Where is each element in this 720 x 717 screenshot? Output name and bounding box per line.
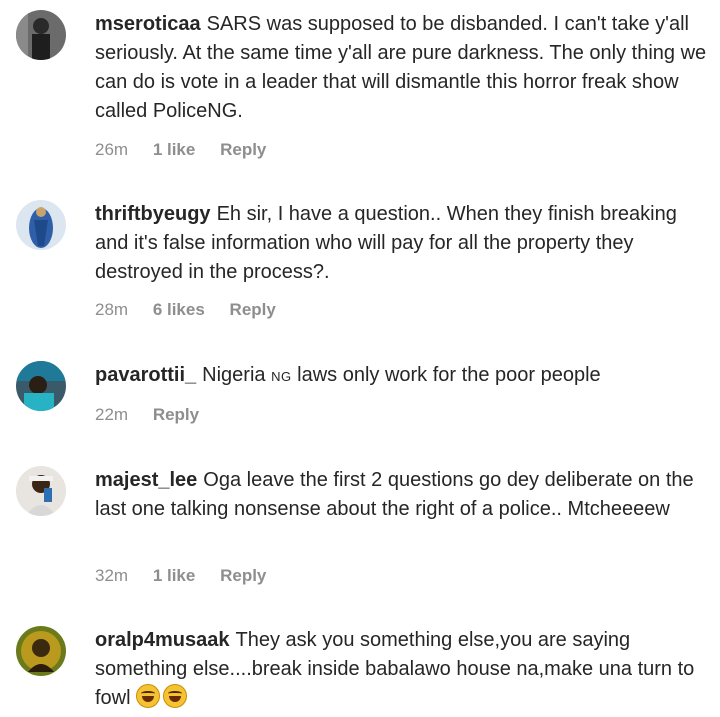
- reply-button[interactable]: Reply: [220, 566, 266, 585]
- timestamp[interactable]: 26m: [95, 140, 128, 159]
- comment-meta: 28m 6 likes Reply: [95, 300, 296, 320]
- comment-text-start: Nigeria: [202, 364, 266, 386]
- comment-meta: 22m Reply: [95, 405, 219, 425]
- comment-body: thriftbyeugy Eh sir, I have a question.. …: [95, 200, 710, 287]
- reply-button[interactable]: Reply: [230, 300, 276, 319]
- comment-body: pavarottii_ Nigeria NG laws only work for…: [95, 361, 710, 391]
- timestamp[interactable]: 28m: [95, 300, 128, 319]
- comment-meta: 32m 1 like Reply: [95, 566, 286, 586]
- avatar[interactable]: [16, 200, 66, 250]
- reply-button[interactable]: Reply: [220, 140, 266, 159]
- username[interactable]: pavarottii_: [95, 364, 196, 386]
- comment-text-end: laws only work for the poor people: [297, 364, 601, 386]
- ng-flag-label: NG: [271, 369, 292, 384]
- likes-count[interactable]: 6 likes: [153, 300, 205, 319]
- face-with-tears-of-joy-icon: [163, 684, 188, 708]
- avatar[interactable]: [16, 626, 66, 676]
- username[interactable]: oralp4musaak: [95, 629, 230, 651]
- username[interactable]: mseroticaa: [95, 13, 201, 35]
- comment-body: oralp4musaak They ask you something else,…: [95, 626, 710, 713]
- face-with-tears-of-joy-icon: [136, 684, 161, 708]
- likes-count[interactable]: 1 like: [153, 566, 196, 585]
- username[interactable]: thriftbyeugy: [95, 203, 211, 225]
- timestamp[interactable]: 22m: [95, 405, 128, 424]
- timestamp[interactable]: 32m: [95, 566, 128, 585]
- comment-body: majest_lee Oga leave the first 2 question…: [95, 466, 710, 524]
- likes-count[interactable]: 1 like: [153, 140, 196, 159]
- avatar[interactable]: [16, 10, 66, 60]
- comment-body: mseroticaa SARS was supposed to be disban…: [95, 10, 710, 126]
- reply-button[interactable]: Reply: [153, 405, 199, 424]
- comment-meta: 26m 1 like Reply: [95, 140, 286, 160]
- avatar[interactable]: [16, 361, 66, 411]
- avatar[interactable]: [16, 466, 66, 516]
- username[interactable]: majest_lee: [95, 469, 197, 491]
